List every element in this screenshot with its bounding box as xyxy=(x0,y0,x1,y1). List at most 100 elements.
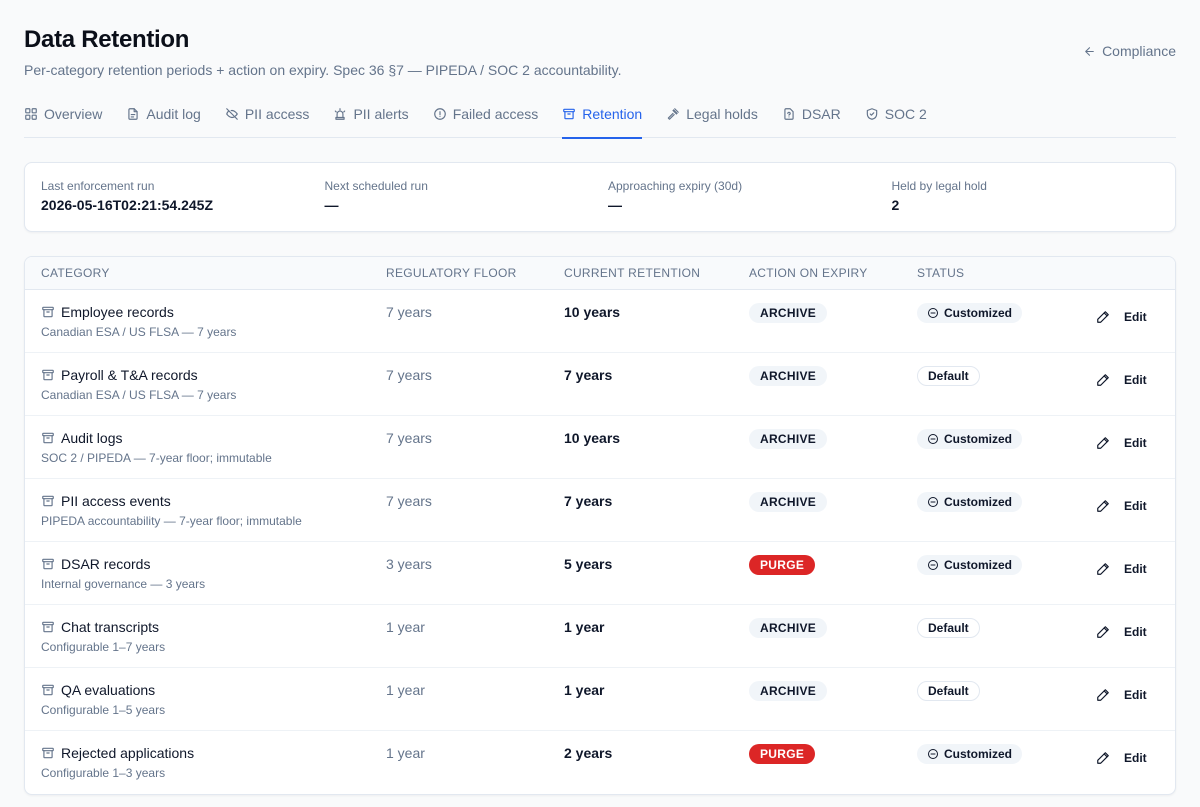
edit-label: Edit xyxy=(1124,562,1147,576)
edit-button[interactable]: Edit xyxy=(1096,436,1147,450)
action-cell: ARCHIVE xyxy=(749,681,828,701)
tab-pii-access[interactable]: PII access xyxy=(225,98,309,138)
edit-button[interactable]: Edit xyxy=(1096,688,1147,702)
action-cell: ARCHIVE xyxy=(749,303,828,323)
category-basis: Configurable 1–7 years xyxy=(41,640,166,654)
edit-button[interactable]: Edit xyxy=(1096,499,1147,513)
category-cell: Employee records xyxy=(41,304,174,320)
shield-icon xyxy=(866,108,877,120)
check-circle-icon xyxy=(928,560,938,570)
current-retention: 1 year xyxy=(564,619,605,635)
edit-button[interactable]: Edit xyxy=(1096,562,1147,576)
table-row: Audit logs SOC 2 / PIPEDA — 7-year floor;… xyxy=(25,416,1175,479)
current-retention: 5 years xyxy=(564,556,613,572)
status-badge: Customized xyxy=(917,492,1023,512)
stat-value: — xyxy=(324,197,339,213)
stat-item: Held by legal hold 2 xyxy=(892,179,1160,215)
table-row: QA evaluations Configurable 1–5 years 1 ye… xyxy=(25,668,1175,731)
status-label: Customized xyxy=(944,747,1013,761)
edit-label: Edit xyxy=(1124,436,1147,450)
status-cell: Customized xyxy=(917,492,1023,513)
column-header: Category xyxy=(41,266,110,280)
tab-failed-access[interactable]: Failed access xyxy=(433,98,538,138)
tab-soc-2[interactable]: SOC 2 xyxy=(865,98,927,138)
status-label: Customized xyxy=(944,432,1013,446)
archive-icon xyxy=(42,747,54,759)
category-name: QA evaluations xyxy=(61,682,156,698)
category-name: PII access events xyxy=(61,493,171,509)
tab-label: Legal holds xyxy=(686,106,758,122)
alert-circle-icon xyxy=(433,108,446,120)
category-basis: SOC 2 / PIPEDA — 7-year floor; immutable xyxy=(41,451,272,465)
edit-label: Edit xyxy=(1124,373,1147,387)
table-header: Category Regulatory floor Current retentio… xyxy=(25,257,1175,290)
category-name: Rejected applications xyxy=(61,745,195,761)
siren-icon xyxy=(335,108,346,120)
tab-label: SOC 2 xyxy=(884,106,927,122)
tab-label: Overview xyxy=(44,106,103,122)
action-badge: PURGE xyxy=(749,744,816,764)
tab-dsar[interactable]: DSAR xyxy=(782,98,841,138)
action-cell: ARCHIVE xyxy=(749,492,828,512)
status-cell: Customized xyxy=(917,303,1023,324)
table-row: Rejected applications Configurable 1–3 ye… xyxy=(25,731,1175,794)
table-row: PII access events PIPEDA accountability —… xyxy=(25,479,1175,542)
check-circle-icon xyxy=(928,434,938,444)
current-retention: 7 years xyxy=(564,367,613,383)
table-row: Payroll & T&A records Canadian ESA / US F… xyxy=(25,353,1175,416)
status-cell: Customized xyxy=(917,744,1023,765)
category-cell: PII access events xyxy=(41,493,171,509)
action-cell: ARCHIVE xyxy=(749,366,828,386)
pencil-icon xyxy=(1097,689,1109,701)
status-label: Default xyxy=(928,684,969,698)
edit-button[interactable]: Edit xyxy=(1096,751,1147,765)
pencil-icon xyxy=(1097,752,1109,764)
column-header: Current retention xyxy=(564,266,701,280)
tab-audit-log[interactable]: Audit log xyxy=(126,98,201,138)
action-badge: ARCHIVE xyxy=(749,492,828,512)
status-badge: Customized xyxy=(917,303,1023,323)
tab-legal-holds[interactable]: Legal holds xyxy=(666,98,758,138)
regulatory-floor: 1 year xyxy=(386,745,425,761)
status-badge: Default xyxy=(917,681,980,701)
edit-button[interactable]: Edit xyxy=(1096,373,1147,387)
action-badge: ARCHIVE xyxy=(749,618,828,638)
action-cell: ARCHIVE xyxy=(749,429,828,449)
edit-button[interactable]: Edit xyxy=(1096,625,1147,639)
category-basis: PIPEDA accountability — 7-year floor; im… xyxy=(41,514,302,528)
back-to-compliance-link[interactable]: Compliance xyxy=(1083,43,1176,59)
pencil-icon xyxy=(1097,374,1109,386)
page-subtitle: Per-category retention periods + action … xyxy=(24,62,622,78)
stat-value: 2026-05-16T02:21:54.245Z xyxy=(41,197,214,213)
edit-label: Edit xyxy=(1124,688,1147,702)
archive-icon xyxy=(42,621,54,633)
gavel-icon xyxy=(667,108,680,120)
stat-label: Next scheduled run xyxy=(324,179,428,193)
tab-retention[interactable]: Retention xyxy=(562,98,643,139)
action-cell: PURGE xyxy=(749,744,816,764)
pencil-icon xyxy=(1097,626,1109,638)
status-cell: Default xyxy=(917,366,980,386)
regulatory-floor: 7 years xyxy=(386,493,432,509)
stat-label: Last enforcement run xyxy=(41,179,155,193)
tab-label: Retention xyxy=(582,106,643,122)
table-row: Chat transcripts Configurable 1–7 years 1 … xyxy=(25,605,1175,668)
archive-icon xyxy=(42,558,54,570)
category-name: Chat transcripts xyxy=(61,619,160,635)
stat-value: — xyxy=(608,197,622,213)
tab-overview[interactable]: Overview xyxy=(24,98,102,138)
current-retention: 10 years xyxy=(564,304,621,320)
edit-label: Edit xyxy=(1124,625,1147,639)
action-badge: PURGE xyxy=(749,555,816,575)
stat-item: Last enforcement run 2026-05-16T02:21:54.… xyxy=(41,179,325,215)
file-question-icon xyxy=(784,108,794,120)
arrow-left-icon xyxy=(1085,46,1094,56)
category-cell: Rejected applications xyxy=(41,745,194,761)
edit-button[interactable]: Edit xyxy=(1096,310,1147,324)
action-cell: PURGE xyxy=(749,555,816,575)
file-icon xyxy=(128,108,139,120)
retention-stats-card: Last enforcement run 2026-05-16T02:21:54.… xyxy=(24,162,1176,232)
back-link-label: Compliance xyxy=(1102,43,1176,59)
tab-pii-alerts[interactable]: PII alerts xyxy=(333,98,409,138)
action-badge: ARCHIVE xyxy=(749,681,828,701)
